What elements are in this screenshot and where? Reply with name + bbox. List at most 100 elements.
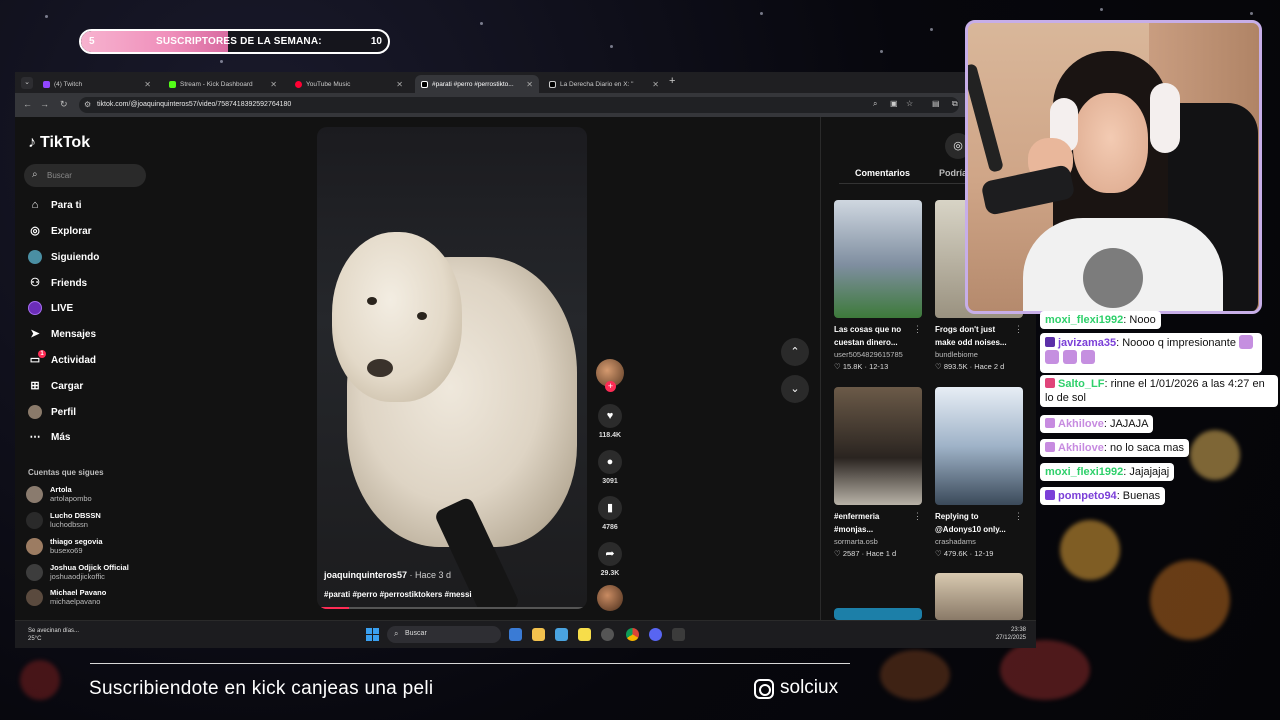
url-field[interactable]: ⚙ tiktok.com/@joaquinquinteros57/video/7… bbox=[79, 97, 959, 113]
following-account[interactable]: Michael Pavano michaelpavano bbox=[26, 588, 106, 606]
search-placeholder: Buscar bbox=[47, 171, 72, 180]
share-button[interactable]: ➦ 29.3K bbox=[595, 542, 625, 577]
recommended-video-card[interactable] bbox=[834, 608, 922, 620]
search-input[interactable]: ⌕ Buscar bbox=[24, 164, 146, 187]
more-options-icon[interactable]: ⋮ bbox=[913, 511, 922, 522]
more-options-icon[interactable]: ⋮ bbox=[1014, 324, 1023, 335]
comment-button[interactable]: ● 3091 bbox=[595, 450, 625, 485]
like-button[interactable]: ♥ 118.4K bbox=[595, 404, 625, 439]
nav-live[interactable]: LIVE bbox=[28, 301, 73, 315]
nav-label: Siguiendo bbox=[51, 251, 100, 263]
dog-nose bbox=[367, 359, 393, 377]
nav-mensajes[interactable]: ➤ Mensajes bbox=[28, 327, 96, 341]
card-caption: Las cosas que no cuestan dinero... bbox=[834, 325, 902, 347]
next-video-button[interactable]: ⌄ bbox=[781, 375, 809, 403]
install-icon[interactable]: ▣ bbox=[890, 99, 898, 108]
following-account[interactable]: Joshua Odjick Official joshuaodjickoffic bbox=[26, 563, 129, 581]
more-options-icon[interactable]: ⋮ bbox=[1014, 511, 1023, 522]
emote-icon bbox=[1063, 350, 1077, 364]
emote-icon bbox=[1239, 335, 1254, 349]
reload-icon[interactable]: ↻ bbox=[60, 99, 68, 110]
author-name: joaquinquinteros57 bbox=[324, 570, 408, 580]
chrome-icon[interactable] bbox=[626, 628, 639, 641]
extensions-icon[interactable]: ⧉ bbox=[952, 99, 958, 109]
calendar-app-icon[interactable] bbox=[509, 628, 522, 641]
tab-search-icon[interactable]: ⌄ bbox=[21, 77, 33, 89]
tab-youtube-music[interactable]: YouTube Music ✕ bbox=[289, 75, 409, 93]
nav-siguiendo[interactable]: Siguiendo bbox=[28, 250, 99, 264]
photos-app-icon[interactable] bbox=[555, 628, 568, 641]
sticky-notes-icon[interactable] bbox=[578, 628, 591, 641]
nav-cargar[interactable]: ⊞ Cargar bbox=[28, 379, 83, 393]
file-explorer-icon[interactable] bbox=[532, 628, 545, 641]
nav-actividad[interactable]: ▭ 1 Actividad bbox=[28, 350, 96, 367]
instagram-handle: solciux bbox=[780, 677, 839, 698]
video-author[interactable]: joaquinquinteros57 · Hace 3 d bbox=[324, 570, 451, 580]
next-video-avatar[interactable] bbox=[597, 585, 623, 611]
following-account[interactable]: Lucho DBSSN luchodbssn bbox=[26, 511, 101, 529]
close-icon[interactable]: ✕ bbox=[526, 80, 533, 89]
tab-x-post[interactable]: La Derecha Diario en X: " ✕ bbox=[543, 75, 665, 93]
sidebar-icon[interactable]: ▤ bbox=[932, 99, 940, 108]
more-options-icon[interactable]: ⋮ bbox=[913, 324, 922, 335]
sub-goal-label: SUSCRIPTORES DE LA SEMANA: bbox=[156, 36, 322, 47]
follow-plus-icon[interactable]: + bbox=[605, 381, 616, 392]
tab-twitch[interactable]: (4) Twitch ✕ bbox=[37, 75, 157, 93]
windows-start-icon[interactable] bbox=[366, 628, 379, 641]
nav-friends[interactable]: ⚇ Friends bbox=[28, 276, 87, 290]
webcam-overlay bbox=[965, 20, 1262, 314]
nav-para-ti[interactable]: ⌂ Para ti bbox=[28, 198, 82, 212]
tiktok-page: ♪ TikTok ⌕ Buscar ⌂ Para ti ◎ Explorar S… bbox=[15, 117, 1036, 620]
mic-arm bbox=[968, 63, 1004, 173]
following-account[interactable]: thiago segovia busexo69 bbox=[26, 537, 103, 555]
video-player[interactable]: joaquinquinteros57 · Hace 3 d #parati #p… bbox=[317, 127, 587, 609]
system-clock[interactable]: 23:38 27/12/2025 bbox=[996, 626, 1026, 642]
weather-widget[interactable]: Se avecinan días... 25°C bbox=[28, 627, 79, 643]
clock-time: 23:38 bbox=[1010, 627, 1026, 633]
back-icon[interactable]: ← bbox=[23, 99, 32, 109]
taskbar-search[interactable]: ⌕ Buscar bbox=[387, 626, 501, 643]
nav-label: LIVE bbox=[51, 302, 74, 314]
video-thumbnail bbox=[935, 573, 1023, 620]
card-user: sormarta.osb bbox=[834, 537, 878, 546]
following-account[interactable]: Artola artolapombo bbox=[26, 485, 92, 503]
site-info-icon[interactable]: ⚙ bbox=[84, 100, 91, 109]
tab-label: La Derecha Diario en X: " bbox=[560, 80, 634, 88]
zoom-icon[interactable]: ⌕ bbox=[873, 99, 877, 109]
bookmark-star-icon[interactable]: ☆ bbox=[906, 99, 913, 108]
close-icon[interactable]: ✕ bbox=[270, 80, 277, 89]
tab-you-may-like[interactable]: Podría bbox=[939, 168, 967, 178]
forward-icon[interactable]: → bbox=[40, 99, 49, 109]
obs-icon[interactable] bbox=[601, 628, 614, 641]
account-handle: luchodbssn bbox=[50, 520, 88, 529]
nav-explorar[interactable]: ◎ Explorar bbox=[28, 224, 91, 238]
save-button[interactable]: ▮ 4786 bbox=[595, 496, 625, 531]
app-icon[interactable] bbox=[672, 628, 685, 641]
search-icon: ⌕ bbox=[32, 169, 38, 180]
card-caption: #enfermeria #monjas... bbox=[834, 512, 880, 534]
tab-label: Stream - Kick Dashboard bbox=[180, 80, 253, 88]
nav-mas[interactable]: ⋯ Más bbox=[28, 430, 71, 444]
tiktok-logo[interactable]: ♪ TikTok bbox=[28, 134, 90, 152]
close-icon[interactable]: ✕ bbox=[144, 80, 151, 89]
video-hashtags[interactable]: #parati #perro #perrostiktokers #messi bbox=[324, 590, 472, 599]
recommended-video-card[interactable]: #enfermeria #monjas... sormarta.osb ♡ 258… bbox=[834, 387, 922, 558]
video-progress-bar[interactable] bbox=[317, 607, 587, 609]
discord-icon[interactable] bbox=[649, 628, 662, 641]
instagram-icon bbox=[754, 679, 774, 699]
chat-message: Akhilove: JAJAJA bbox=[1040, 415, 1154, 433]
account-name: Artola bbox=[50, 485, 72, 494]
recommended-video-card[interactable]: Las cosas que no cuestan dinero... user50… bbox=[834, 200, 922, 371]
tab-comments[interactable]: Comentarios bbox=[855, 168, 910, 178]
close-icon[interactable]: ✕ bbox=[396, 80, 403, 89]
creator-avatar[interactable]: + bbox=[596, 359, 624, 392]
tab-kick-dashboard[interactable]: Stream - Kick Dashboard ✕ bbox=[163, 75, 283, 93]
nav-perfil[interactable]: Perfil bbox=[28, 405, 76, 419]
new-tab-button[interactable]: + bbox=[669, 75, 675, 87]
close-icon[interactable]: ✕ bbox=[652, 80, 659, 89]
sub-goal-bar: 5 SUSCRIPTORES DE LA SEMANA: 10 bbox=[79, 29, 390, 54]
tab-tiktok-video[interactable]: #parati #perro #perrostikto... ✕ bbox=[415, 75, 539, 93]
previous-video-button[interactable]: ⌃ bbox=[781, 338, 809, 366]
recommended-video-card[interactable]: Replying to @Adonys10 only... crashadams … bbox=[935, 387, 1023, 558]
recommended-video-card[interactable] bbox=[935, 573, 1023, 620]
